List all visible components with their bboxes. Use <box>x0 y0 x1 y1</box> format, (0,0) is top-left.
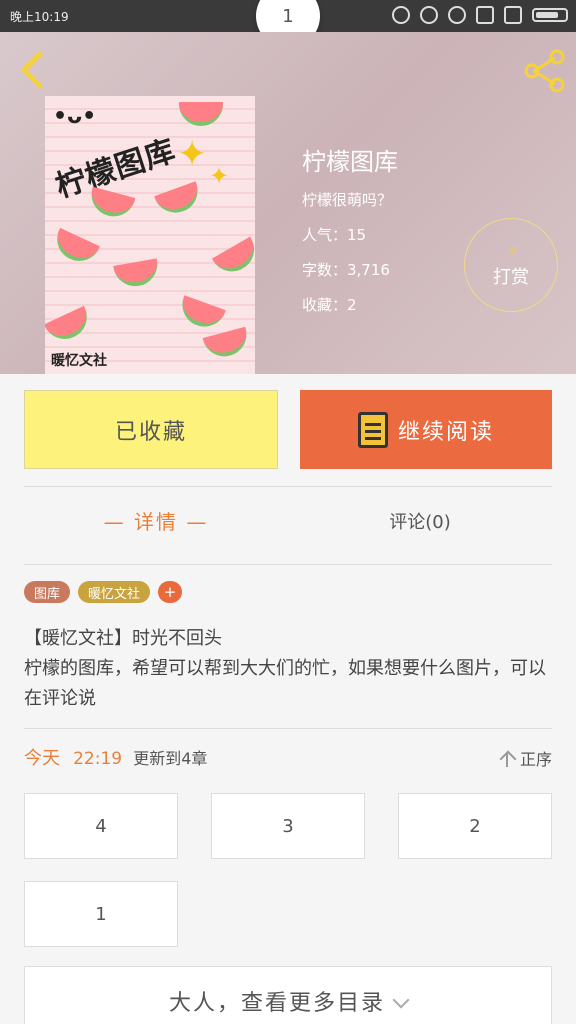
update-text: 更新到4章 <box>133 749 208 768</box>
cover-publisher: 暖忆文社 <box>51 353 107 369</box>
chapter-item[interactable]: 3 <box>211 793 365 859</box>
reward-label: 打赏 <box>493 267 529 288</box>
tag-gallery[interactable]: 图库 <box>24 581 71 603</box>
sort-arrow-icon <box>500 750 514 767</box>
cover-face: •ᴗ• <box>53 104 97 129</box>
tag-publisher[interactable]: 暖忆文社 <box>78 581 151 603</box>
headphone-icon <box>392 6 410 24</box>
update-day: 今天 <box>24 748 60 769</box>
divider <box>24 486 552 487</box>
book-popularity: 人气：15 <box>302 226 367 244</box>
sort-label: 正序 <box>519 750 552 769</box>
divider <box>24 564 552 565</box>
tab-comment[interactable]: 评论(0) <box>288 508 552 534</box>
divider <box>24 728 552 729</box>
book-description: 【暖忆文社】时光不回头 柠檬的图库，希望可以帮到大大们的忙，如果想要什么图片，可… <box>24 624 552 714</box>
watermelon-decoration <box>202 326 252 362</box>
status-icons <box>392 6 568 24</box>
continue-reading-label: 继续阅读 <box>397 419 494 445</box>
favorited-label: 已收藏 <box>114 419 187 445</box>
share-icon <box>524 49 565 93</box>
book-info: 柠檬图库 柠檬很萌吗？ 人气：15 字数：3,716 收藏：2 <box>302 142 398 329</box>
favorited-button[interactable]: 已收藏 <box>24 390 278 469</box>
book-word-count: 字数：3,716 <box>302 261 390 279</box>
alarm-icon <box>448 6 466 24</box>
book-subtitle: 柠檬很萌吗？ <box>302 191 393 209</box>
add-tag-button[interactable]: + <box>158 581 183 603</box>
more-chapters-button[interactable]: 大人，查看更多目录 <box>24 966 552 1024</box>
watermelon-decoration <box>86 186 136 222</box>
battery-icon <box>532 8 568 22</box>
update-time: 22:19 <box>73 749 123 769</box>
watermelon-decoration <box>211 236 255 280</box>
book-favorites: 收藏：2 <box>302 296 357 314</box>
reward-button[interactable]: 打赏 <box>464 218 558 312</box>
sort-toggle[interactable]: 正序 <box>500 746 552 770</box>
chapter-item[interactable]: 1 <box>24 881 178 947</box>
book-icon <box>357 411 388 448</box>
reward-dot-icon <box>509 247 515 253</box>
update-row: 今天 22:19 更新到4章 正序 <box>24 744 552 774</box>
tag-list: 图库 暖忆文社 + <box>24 581 183 603</box>
description-line: 【暖忆文社】时光不回头 <box>24 628 222 649</box>
watermelon-decoration <box>176 295 226 333</box>
wifi-icon <box>476 6 494 24</box>
signal-icon <box>504 6 522 24</box>
sparkle-icon: ✦ <box>177 134 208 175</box>
status-bar: 晚上10:19 1 <box>0 0 576 48</box>
description-line: 柠檬的图库，希望可以帮到大大们的忙，如果想要什么图片，可以在评论说 <box>24 658 546 709</box>
more-chapters-label: 大人，查看更多目录 <box>168 991 385 1016</box>
watermelon-decoration <box>179 102 223 126</box>
mute-icon <box>420 6 438 24</box>
sparkle-icon: ✦ <box>209 162 230 190</box>
chapter-item[interactable]: 2 <box>398 793 552 859</box>
watermelon-decoration <box>45 305 95 347</box>
back-icon <box>21 51 43 89</box>
book-title: 柠檬图库 <box>302 148 398 176</box>
book-cover[interactable]: •ᴗ• 柠檬图库 ✦ ✦ 暖忆文社 <box>45 96 255 374</box>
chapter-item[interactable]: 4 <box>24 793 178 859</box>
book-header: •ᴗ• 柠檬图库 ✦ ✦ 暖忆文社 柠檬图库 柠檬很萌吗？ 人气：15 字数：3… <box>0 32 576 374</box>
back-button[interactable] <box>14 50 54 90</box>
watermelon-decoration <box>113 258 161 290</box>
status-time: 晚上10:19 <box>10 10 69 24</box>
watermelon-decoration <box>49 227 101 269</box>
share-button[interactable] <box>522 48 568 94</box>
tab-detail[interactable]: — 详情 — <box>24 506 288 535</box>
watermelon-decoration <box>154 181 204 219</box>
continue-reading-button[interactable]: 继续阅读 <box>300 390 552 469</box>
chevron-down-icon <box>392 991 410 1009</box>
